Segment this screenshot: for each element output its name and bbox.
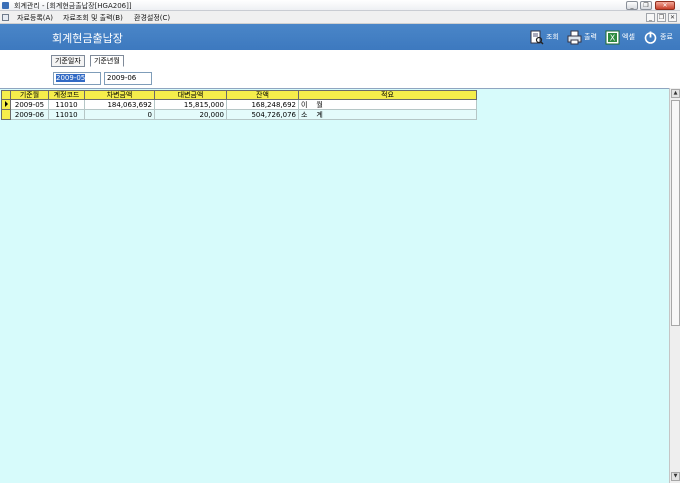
exit-button-label: 종료 (660, 33, 673, 41)
printer-icon (567, 30, 582, 45)
cell-memo[interactable]: 이 월 (298, 99, 477, 110)
excel-icon: X (605, 30, 620, 45)
cell-credit[interactable]: 15,815,000 (154, 99, 227, 110)
menu-item-inquiry-print[interactable]: 자료조회 및 출력(B) (63, 13, 123, 23)
search-button-label: 조회 (546, 33, 559, 41)
vertical-scrollbar[interactable]: ▲ ▼ (669, 88, 680, 483)
month-from-value: 2009-05 (56, 74, 86, 82)
current-row-arrow-icon (4, 100, 8, 107)
month-from-input[interactable]: 2009-05 (53, 72, 101, 85)
scroll-down-arrow-icon[interactable]: ▼ (671, 472, 680, 481)
row-header-corner (1, 90, 11, 100)
table-row[interactable]: 2009-06 11010 0 20,000 504,726,076 소 계 (1, 109, 477, 120)
month-to-input[interactable]: 2009-06 (104, 72, 152, 85)
column-header-month[interactable]: 기준월 (10, 90, 49, 100)
tab-base-month[interactable]: 기준년월 (90, 55, 124, 67)
column-header-balance[interactable]: 잔액 (226, 90, 299, 100)
exit-button[interactable]: 종료 (643, 28, 673, 46)
print-button[interactable]: 출력 (567, 28, 597, 46)
cell-debit[interactable]: 184,063,692 (84, 99, 155, 110)
filter-panel: 기준일자 기준년월 2009-05 2009-06 (0, 50, 680, 88)
cell-account-code[interactable]: 11010 (48, 99, 85, 110)
app-icon (2, 2, 9, 9)
row-selector[interactable] (1, 99, 11, 110)
svg-text:X: X (610, 33, 616, 42)
table-row[interactable]: 2009-05 11010 184,063,692 15,815,000 168… (1, 99, 477, 110)
menu-bar: 자료등록(A) 자료조회 및 출력(B) 환경설정(C) _ ❐ ✕ (0, 11, 680, 24)
cell-balance[interactable]: 168,248,692 (226, 99, 299, 110)
menu-item-data-entry[interactable]: 자료등록(A) (17, 13, 53, 23)
scroll-up-arrow-icon[interactable]: ▲ (671, 89, 680, 98)
window-title: 회계관리 - [회계현금출납장[HGA206]] (14, 2, 132, 10)
window-minimize-button[interactable]: _ (626, 1, 638, 10)
excel-button[interactable]: X 엑셀 (605, 28, 635, 46)
mdi-restore-button[interactable]: ❐ (657, 13, 666, 22)
data-grid-area: 기준월 계정코드 차변금액 대변금액 잔액 적요 2009-05 11010 1… (0, 88, 680, 483)
page-title: 회계현금출납장 (52, 32, 123, 45)
cell-month[interactable]: 2009-05 (10, 99, 49, 110)
excel-button-label: 엑셀 (622, 33, 635, 41)
column-header-credit[interactable]: 대변금액 (154, 90, 227, 100)
menu-item-settings[interactable]: 환경설정(C) (134, 13, 170, 23)
cell-account-code[interactable]: 11010 (48, 109, 85, 120)
cell-memo[interactable]: 소 계 (298, 109, 477, 120)
search-button[interactable]: 조회 (529, 28, 559, 46)
document-icon (2, 14, 9, 21)
search-doc-icon (529, 30, 544, 45)
column-header-account-code[interactable]: 계정코드 (48, 90, 85, 100)
page-header: 회계현금출납장 조회 출력 X 엑셀 종료 (0, 24, 680, 50)
cell-credit[interactable]: 20,000 (154, 109, 227, 120)
window-titlebar: 회계관리 - [회계현금출납장[HGA206]] _ ❐ ✕ (0, 0, 680, 11)
mdi-close-button[interactable]: ✕ (668, 13, 677, 22)
column-header-memo[interactable]: 적요 (298, 90, 477, 100)
cell-debit[interactable]: 0 (84, 109, 155, 120)
power-icon (643, 30, 658, 45)
row-selector[interactable] (1, 109, 11, 120)
mdi-minimize-button[interactable]: _ (646, 13, 655, 22)
column-header-debit[interactable]: 차변금액 (84, 90, 155, 100)
window-close-button[interactable]: ✕ (655, 1, 675, 10)
window-restore-button[interactable]: ❐ (640, 1, 652, 10)
scrollbar-thumb[interactable] (671, 100, 680, 326)
cell-month[interactable]: 2009-06 (10, 109, 49, 120)
cell-balance[interactable]: 504,726,076 (226, 109, 299, 120)
tab-base-date[interactable]: 기준일자 (51, 55, 85, 67)
print-button-label: 출력 (584, 33, 597, 41)
ledger-grid: 기준월 계정코드 차변금액 대변금액 잔액 적요 2009-05 11010 1… (1, 90, 477, 120)
